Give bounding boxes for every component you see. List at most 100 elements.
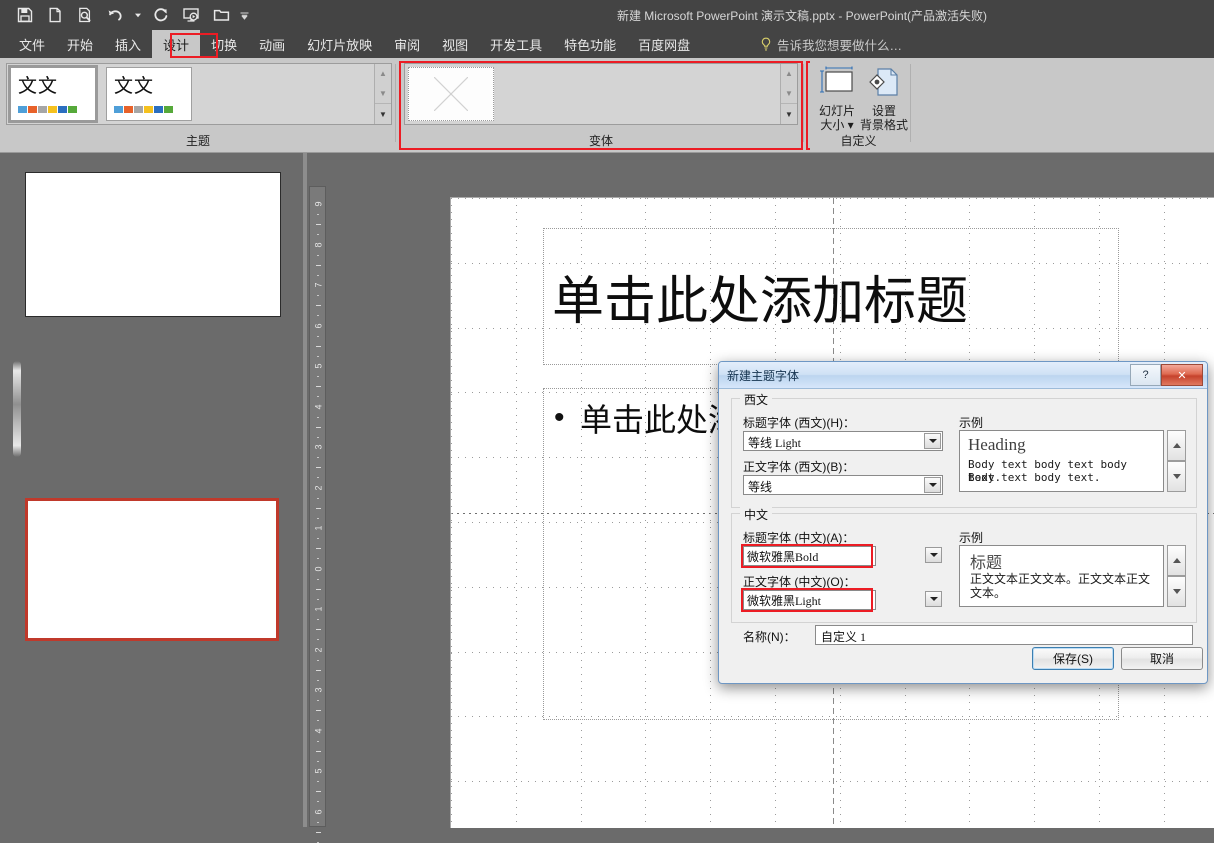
chinese-body-font-combo[interactable]: 微软雅黑Light (743, 590, 943, 610)
themes-gallery-scrollbar[interactable]: ▲ ▼ ▼ (374, 64, 391, 124)
vertical-ruler-label: 3 (313, 444, 324, 450)
chinese-sample-scrollbar[interactable] (1167, 545, 1186, 607)
variant-thumbnails (408, 67, 494, 121)
chinese-sample-body: 正文文本正文文本。正文文本正文文本。 (970, 572, 1151, 600)
tab-file[interactable]: 文件 (8, 30, 56, 58)
format-background-label-line1: 设置 (871, 104, 896, 118)
variant-thumbnail-1[interactable] (408, 67, 494, 121)
vertical-ruler-tick (316, 345, 321, 347)
latin-sample-heading: Heading (968, 435, 1026, 454)
scroll-up-icon[interactable] (1167, 545, 1186, 576)
vertical-ruler-tick (317, 740, 319, 742)
theme-thumbnail-2[interactable]: 文文 (106, 67, 192, 121)
cancel-button[interactable]: 取消 (1121, 647, 1203, 670)
vertical-ruler-tick (316, 305, 321, 307)
tab-animations[interactable]: 动画 (248, 30, 296, 58)
gallery-scroll-up-icon[interactable]: ▲ (781, 64, 797, 84)
theme-color-swatches (114, 106, 173, 113)
chinese-heading-font-combo[interactable]: 微软雅黑Bold (743, 546, 943, 566)
pane-splitter[interactable] (303, 153, 307, 827)
slide-thumbnail-1[interactable] (25, 172, 281, 317)
chinese-heading-label: 标题字体 (中文)(A)： (743, 531, 855, 545)
theme-thumbnail-1[interactable]: 文文 (8, 65, 98, 123)
dialog-title-bar[interactable]: 新建主题字体 ? ✕ (719, 362, 1207, 389)
slide-size-button[interactable]: 幻灯片 大小 ▾ (811, 62, 863, 132)
vertical-ruler-label: 6 (313, 809, 324, 815)
vertical-ruler-tick (317, 558, 319, 560)
save-button[interactable]: 保存(S) (1032, 647, 1114, 670)
vertical-ruler-tick (316, 548, 321, 550)
variants-gallery-scrollbar[interactable]: ▲ ▼ ▼ (780, 64, 797, 124)
ribbon-group-variants: ▲ ▼ ▼ 变体 (398, 58, 804, 152)
tab-transitions[interactable]: 切换 (200, 30, 248, 58)
latin-sample-preview: Heading Body text body text body text. B… (959, 430, 1164, 492)
latin-sample-scrollbar[interactable] (1167, 430, 1186, 492)
cancel-button-label: 取消 (1149, 652, 1174, 666)
slide-size-label-line2: 大小 ▾ (820, 118, 854, 132)
theme-name-input[interactable]: 自定义 1 (815, 625, 1193, 645)
tab-view[interactable]: 视图 (431, 30, 479, 58)
close-button[interactable]: ✕ (1161, 364, 1203, 386)
slide-thumbnail-2[interactable] (25, 498, 279, 641)
vertical-ruler-tick (317, 376, 319, 378)
scroll-down-icon[interactable] (1167, 461, 1186, 492)
themes-gallery[interactable]: 文文 文文 ▲ ▼ ▼ (6, 63, 392, 125)
ribbon-group-label-variants: 变体 (588, 134, 613, 148)
vertical-ruler: 9 8 7 6 5 4 3 2 1 0 1 2 3 4 5 6 (309, 186, 326, 843)
gallery-more-icon[interactable]: ▼ (781, 103, 797, 124)
title-placeholder[interactable]: 单击此处添加标题 (543, 228, 1119, 365)
vertical-ruler-tick (316, 791, 321, 793)
tab-review[interactable]: 审阅 (383, 30, 431, 58)
vertical-ruler-tick (316, 264, 321, 266)
gallery-scroll-up-icon[interactable]: ▲ (375, 64, 391, 84)
save-button-label: 保存(S) (1053, 652, 1093, 666)
vertical-ruler-tick (317, 517, 319, 519)
chevron-down-icon[interactable] (925, 547, 942, 563)
vertical-ruler-tick (317, 679, 319, 681)
ribbon-group-customize: 幻灯片 大小 ▾ 设置 背景格式 自定义 (806, 58, 911, 152)
variants-gallery[interactable]: ▲ ▼ ▼ (404, 63, 798, 125)
vertical-ruler-tick (316, 750, 321, 752)
gallery-scroll-down-icon[interactable]: ▼ (375, 84, 391, 104)
tab-label: 设计 (163, 37, 190, 53)
chinese-sample-label: 示例 (959, 531, 984, 545)
tab-home[interactable]: 开始 (56, 30, 104, 58)
theme-thumbnail-text: 文文 (18, 75, 59, 97)
tab-label: 动画 (259, 37, 286, 53)
latin-body-font-combo[interactable]: 等线 (743, 475, 943, 495)
tab-baidu-netdisk[interactable]: 百度网盘 (627, 30, 701, 58)
tab-design[interactable]: 设计 (152, 30, 201, 58)
vertical-ruler-label: 9 (313, 201, 324, 207)
latin-body-font-value: 等线 (748, 480, 773, 494)
gallery-scroll-down-icon[interactable]: ▼ (781, 84, 797, 104)
tab-developer[interactable]: 开发工具 (479, 30, 553, 58)
tell-me-search[interactable]: 告诉我您想要做什么… (760, 30, 902, 58)
tab-label: 切换 (211, 37, 238, 53)
vertical-ruler-tick (316, 588, 321, 590)
tab-insert[interactable]: 插入 (104, 30, 152, 58)
scroll-down-icon[interactable] (1167, 576, 1186, 607)
format-background-button[interactable]: 设置 背景格式 (858, 62, 910, 132)
latin-heading-font-value: 等线 Light (748, 436, 801, 450)
help-button[interactable]: ? (1130, 364, 1161, 386)
chevron-down-icon[interactable] (924, 433, 941, 449)
slide-size-icon (811, 62, 863, 104)
lightbulb-icon (760, 37, 772, 52)
chevron-down-icon[interactable] (925, 591, 942, 607)
vertical-ruler-tick (317, 598, 319, 600)
tab-features[interactable]: 特色功能 (553, 30, 627, 58)
vertical-ruler-tick (317, 801, 319, 803)
vertical-ruler-label: 2 (313, 647, 324, 653)
tab-label: 幻灯片放映 (307, 37, 373, 53)
scroll-up-icon[interactable] (1167, 430, 1186, 461)
slide-guide-vertical (451, 198, 452, 828)
theme-thumbnails: 文文 文文 (8, 65, 192, 123)
vertical-ruler-label: 4 (313, 404, 324, 410)
chevron-down-icon[interactable] (924, 477, 941, 493)
latin-heading-font-combo[interactable]: 等线 Light (743, 431, 943, 451)
vertical-ruler-tick (317, 700, 319, 702)
slide-thumbnail-pane[interactable] (0, 153, 303, 827)
new-theme-fonts-dialog[interactable]: 新建主题字体 ? ✕ 西文 标题字体 (西文)(H)： 等线 Light 正文字… (718, 361, 1208, 684)
tab-slideshow[interactable]: 幻灯片放映 (296, 30, 383, 58)
gallery-more-icon[interactable]: ▼ (375, 103, 391, 124)
